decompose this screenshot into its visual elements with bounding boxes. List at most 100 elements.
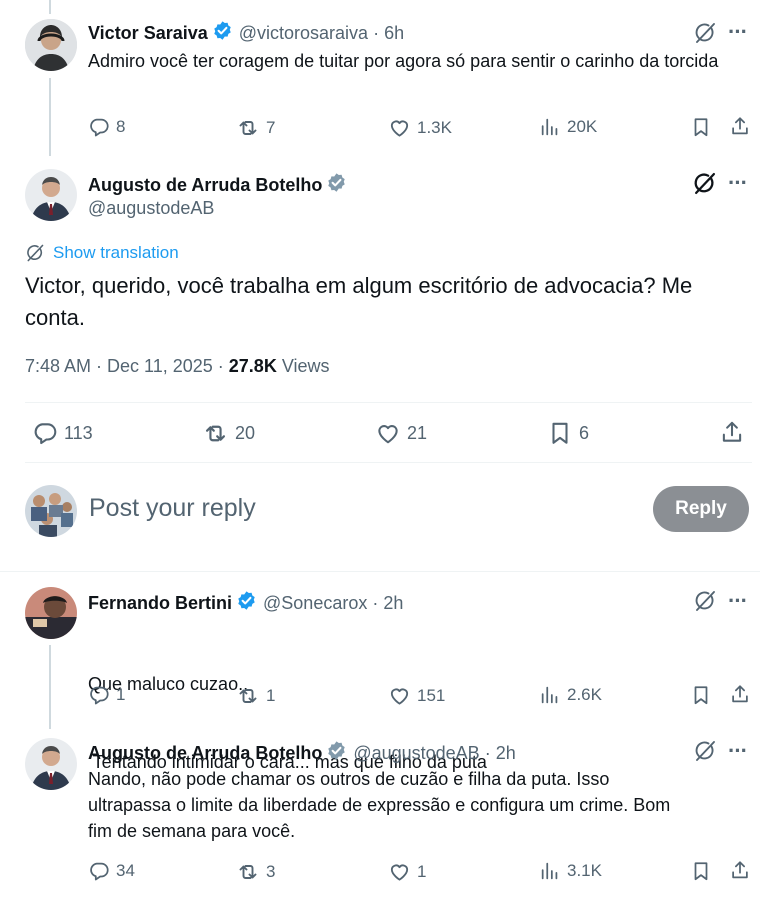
- reply-button[interactable]: Reply: [653, 486, 749, 532]
- heart-icon: [388, 684, 411, 707]
- like-count: 21: [407, 422, 428, 443]
- reply-icon: [88, 860, 110, 882]
- reply-count: 113: [64, 422, 93, 443]
- views-count: 20K: [567, 117, 598, 136]
- reply-input[interactable]: Post your reply: [89, 494, 629, 523]
- tweet-text: Admiro você ter coragem de tuitar por ag…: [88, 51, 719, 71]
- reply-action[interactable]: 8: [88, 116, 125, 138]
- reply-count: 8: [116, 117, 126, 136]
- like-action[interactable]: 151: [388, 684, 445, 707]
- bookmark-action[interactable]: 6: [547, 420, 589, 446]
- like-action[interactable]: 21: [375, 420, 427, 446]
- verified-badge-icon: [326, 740, 347, 766]
- like-count: 151: [417, 685, 446, 705]
- views-count: 3.1K: [567, 861, 602, 880]
- reply-icon: [88, 116, 110, 138]
- retweet-action[interactable]: 3: [236, 860, 275, 884]
- avatar-augusto[interactable]: [25, 169, 77, 221]
- author-name[interactable]: Augusto de Arruda Botelho: [88, 743, 322, 764]
- divider: [25, 402, 752, 403]
- reply-action[interactable]: 34: [88, 860, 135, 882]
- views-count: 27.8K: [228, 356, 277, 376]
- views-count: 2.6K: [567, 685, 602, 704]
- more-options-icon[interactable]: ···: [728, 170, 748, 196]
- bookmark-count: 6: [579, 422, 590, 443]
- author-handle[interactable]: @Sonecarox: [263, 593, 367, 614]
- tweet-header: Fernando Bertini @Sonecarox · 2h: [88, 590, 403, 616]
- bookmark-icon[interactable]: [690, 116, 712, 138]
- retweet-action[interactable]: 20: [202, 420, 255, 447]
- author-handle[interactable]: @victorosaraiva: [239, 23, 368, 44]
- bookmark-icon: [547, 420, 573, 446]
- thread-line: [49, 78, 51, 156]
- share-icon[interactable]: [729, 683, 751, 705]
- avatar-victor[interactable]: [25, 19, 77, 71]
- tweet-header: Augusto de Arruda Botelho @augustodeAB ·…: [88, 740, 516, 766]
- like-action[interactable]: 1.3K: [388, 116, 452, 139]
- grok-icon[interactable]: [693, 739, 717, 763]
- tweet-time[interactable]: · 2h: [372, 593, 403, 614]
- verified-badge-icon: [212, 20, 233, 46]
- like-count: 1.3K: [417, 117, 452, 137]
- more-options-icon[interactable]: ···: [728, 588, 748, 614]
- thread-line: [49, 645, 51, 729]
- tweet-meta: 7:48 AM · Dec 11, 2025 · 27.8K Views: [25, 356, 330, 377]
- like-count: 1: [417, 861, 427, 881]
- bookmark-icon[interactable]: [690, 684, 712, 706]
- like-action[interactable]: 1: [388, 860, 426, 883]
- reply-count: 34: [116, 861, 135, 880]
- views-action[interactable]: 3.1K: [539, 860, 602, 882]
- grok-icon[interactable]: [693, 21, 717, 45]
- more-options-icon[interactable]: ···: [728, 19, 748, 45]
- reply-action[interactable]: 113: [32, 420, 93, 446]
- tweet-time[interactable]: · 2h: [485, 743, 516, 764]
- views-icon: [539, 860, 561, 882]
- avatar-augusto[interactable]: [25, 738, 77, 790]
- retweet-action[interactable]: 1: [236, 684, 275, 708]
- verified-badge-icon: [326, 172, 347, 198]
- bookmark-icon[interactable]: [690, 860, 712, 882]
- author-name[interactable]: Fernando Bertini: [88, 593, 232, 614]
- author-handle[interactable]: @augustodeAB: [353, 743, 479, 764]
- tweet-header: Victor Saraiva @victorosaraiva · 6h: [88, 20, 404, 46]
- user-avatar[interactable]: [25, 485, 77, 537]
- author-handle[interactable]: @augustodeAB: [88, 198, 214, 219]
- translate-icon: [25, 243, 45, 263]
- avatar-fernando[interactable]: [25, 587, 77, 639]
- reply-icon: [32, 420, 58, 446]
- reply-icon: [88, 684, 110, 706]
- views-icon: [539, 116, 561, 138]
- reply-count: 1: [116, 685, 126, 704]
- tweet-time[interactable]: · 6h: [373, 23, 404, 44]
- retweet-count: 20: [235, 423, 256, 443]
- author-name[interactable]: Victor Saraiva: [88, 23, 208, 44]
- retweet-action[interactable]: 7: [236, 116, 275, 140]
- main-tweet-text: Victor, querido, você trabalha em algum …: [25, 273, 693, 330]
- heart-icon: [388, 860, 411, 883]
- retweet-icon: [236, 860, 260, 884]
- tweet-text: Nando, não pode chamar os outros de cuzã…: [88, 769, 671, 841]
- views-action[interactable]: 20K: [539, 116, 597, 138]
- retweet-icon: [202, 420, 229, 447]
- share-icon[interactable]: [729, 115, 751, 137]
- divider: [0, 571, 760, 572]
- tweet-header: Augusto de Arruda Botelho: [88, 172, 347, 198]
- share-icon[interactable]: [719, 419, 745, 445]
- views-action[interactable]: 2.6K: [539, 684, 602, 706]
- verified-badge-icon: [236, 590, 257, 616]
- author-name[interactable]: Augusto de Arruda Botelho: [88, 175, 322, 196]
- grok-icon[interactable]: [692, 171, 717, 196]
- show-translation-link[interactable]: Show translation: [25, 243, 179, 263]
- retweet-icon: [236, 116, 260, 140]
- views-icon: [539, 684, 561, 706]
- reply-action[interactable]: 1: [88, 684, 125, 706]
- thread-line-top: [49, 0, 51, 14]
- more-options-icon[interactable]: ···: [728, 738, 748, 764]
- retweet-icon: [236, 684, 260, 708]
- retweet-count: 7: [266, 118, 276, 137]
- show-translation-label: Show translation: [53, 243, 179, 262]
- grok-icon[interactable]: [693, 589, 717, 613]
- heart-icon: [388, 116, 411, 139]
- share-icon[interactable]: [729, 859, 751, 881]
- timestamp[interactable]: 7:48 AM · Dec 11, 2025 ·: [25, 356, 229, 376]
